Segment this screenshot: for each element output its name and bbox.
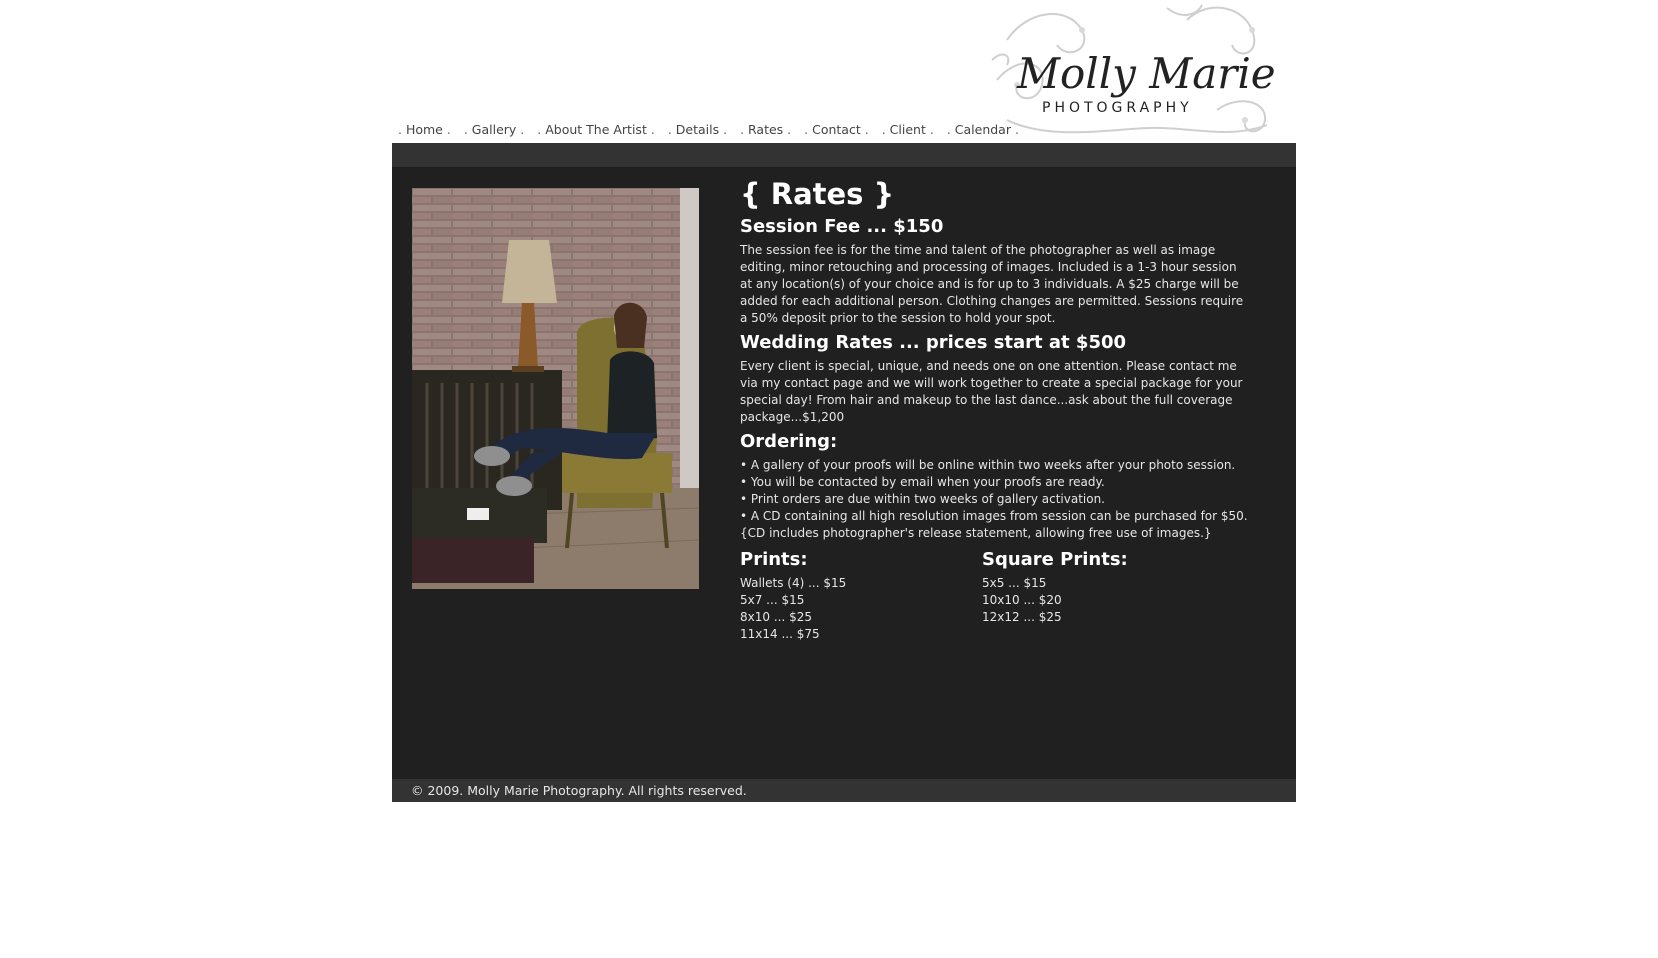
list-item: • A gallery of your proofs will be onlin…: [740, 458, 1236, 472]
rates-content: { Rates } Session Fee ... $150 The sessi…: [740, 177, 1250, 643]
session-fee-heading: Session Fee ... $150: [740, 216, 944, 237]
list-item: 8x10 ... $25: [740, 610, 812, 624]
nav-about-the-artist[interactable]: . About The Artist .: [537, 122, 655, 140]
logo-script-text: Molly Marie: [1016, 49, 1276, 98]
ordering-list: • A gallery of your proofs will be onlin…: [740, 457, 1250, 542]
nav-client[interactable]: . Client .: [882, 122, 934, 140]
prints-heading: Prints:: [740, 549, 808, 570]
nav-gallery[interactable]: . Gallery .: [464, 122, 524, 140]
logo-sub-text: PHOTOGRAPHY: [1042, 100, 1193, 116]
page-title: { Rates }: [740, 177, 895, 211]
logo-graphic: Molly Marie PHOTOGRAPHY: [991, 4, 1276, 134]
content-panel: { Rates } Session Fee ... $150 The sessi…: [392, 143, 1296, 802]
list-item: 5x7 ... $15: [740, 593, 805, 607]
panel-top-bar: [392, 143, 1296, 167]
wedding-rates-heading: Wedding Rates ... prices start at $500: [740, 332, 1127, 353]
list-item: 11x14 ... $75: [740, 627, 820, 641]
page-wrapper: Molly Marie PHOTOGRAPHY . Home . . Galle…: [392, 0, 1296, 802]
wedding-rates-text: Every client is special, unique, and nee…: [740, 359, 1243, 424]
list-item: 5x5 ... $15: [982, 576, 1047, 590]
site-logo[interactable]: Molly Marie PHOTOGRAPHY: [987, 0, 1277, 143]
nav-details[interactable]: . Details .: [668, 122, 727, 140]
nav-calendar[interactable]: . Calendar .: [947, 122, 1019, 140]
list-item: 12x12 ... $25: [982, 610, 1062, 624]
nav-home[interactable]: . Home .: [398, 122, 451, 140]
square-prints-column: Square Prints: 5x5 ... $15 10x10 ... $20…: [982, 544, 1242, 643]
portrait-photo: [412, 188, 699, 589]
ordering-heading: Ordering:: [740, 431, 838, 452]
list-item: • A CD containing all high resolution im…: [740, 509, 1248, 540]
copyright-text: © 2009. Molly Marie Photography. All rig…: [411, 783, 747, 798]
nav-rates[interactable]: . Rates .: [740, 122, 791, 140]
session-fee-text: The session fee is for the time and tale…: [740, 243, 1244, 325]
nav-contact[interactable]: . Contact .: [804, 122, 869, 140]
list-item: • Print orders are due within two weeks …: [740, 492, 1105, 506]
portrait-image: [412, 188, 699, 589]
header: Molly Marie PHOTOGRAPHY . Home . . Galle…: [392, 0, 1296, 143]
list-item: • You will be contacted by email when yo…: [740, 475, 1105, 489]
list-item: 10x10 ... $20: [982, 593, 1062, 607]
prints-columns: Prints: Wallets (4) ... $15 5x7 ... $15 …: [740, 544, 1250, 643]
prints-column: Prints: Wallets (4) ... $15 5x7 ... $15 …: [740, 544, 982, 643]
list-item: Wallets (4) ... $15: [740, 576, 847, 590]
footer: © 2009. Molly Marie Photography. All rig…: [392, 779, 1296, 802]
square-prints-heading: Square Prints:: [982, 549, 1128, 570]
main-nav: . Home . . Gallery . . About The Artist …: [398, 122, 1019, 140]
